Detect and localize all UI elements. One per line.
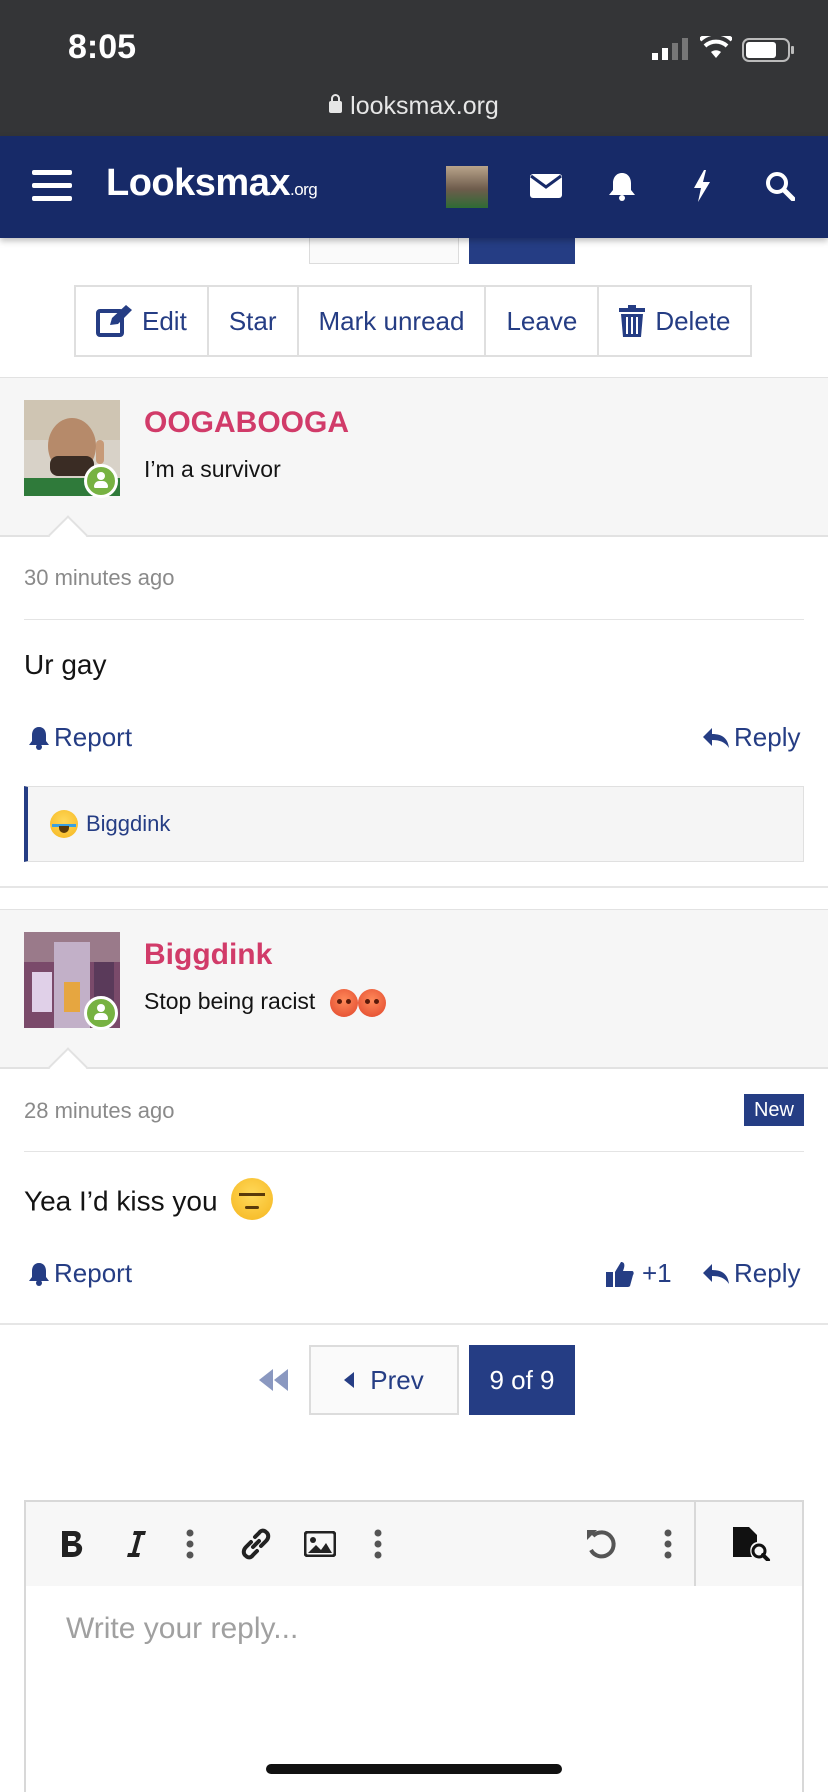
bolt-icon[interactable] bbox=[680, 164, 724, 208]
username[interactable]: Biggdink bbox=[144, 938, 272, 972]
star-button[interactable]: Star bbox=[209, 287, 299, 355]
caret-left-icon bbox=[344, 1372, 355, 1388]
edit-button[interactable]: Edit bbox=[76, 287, 209, 355]
delete-button[interactable]: Delete bbox=[599, 287, 750, 355]
site-header: Looksmax.org bbox=[0, 136, 828, 238]
undo-icon[interactable] bbox=[582, 1522, 622, 1566]
reply-icon bbox=[703, 1263, 729, 1284]
home-indicator bbox=[266, 1764, 562, 1774]
reply-editor: Write your reply... bbox=[24, 1500, 804, 1792]
bell-icon[interactable] bbox=[600, 164, 644, 208]
leave-button[interactable]: Leave bbox=[486, 287, 600, 355]
more-options-icon[interactable] bbox=[648, 1522, 688, 1566]
crying-laughing-emoji-icon bbox=[50, 810, 78, 838]
logo-suffix: .org bbox=[289, 180, 318, 199]
more-options-icon[interactable] bbox=[358, 1522, 398, 1566]
online-status-icon bbox=[84, 464, 118, 498]
angry-face-icon bbox=[357, 988, 386, 1017]
message-body: Ur gay bbox=[24, 649, 107, 680]
status-bar: 8:05 looksmax.org bbox=[0, 0, 828, 136]
url-text: looksmax.org bbox=[350, 92, 499, 120]
logo-text: Looksmax bbox=[106, 162, 290, 204]
editor-toolbar bbox=[26, 1502, 802, 1586]
prev-page-button[interactable]: Prev bbox=[309, 1345, 459, 1415]
user-title: Stop being racist bbox=[144, 988, 386, 1017]
thumbs-up-icon bbox=[606, 1261, 634, 1287]
message-time[interactable]: 30 minutes ago bbox=[24, 565, 174, 591]
menu-icon[interactable] bbox=[32, 170, 72, 204]
reply-input[interactable]: Write your reply... bbox=[66, 1612, 298, 1646]
angry-face-icon bbox=[329, 988, 358, 1017]
message-body: Yea I’d kiss you bbox=[24, 1178, 274, 1224]
mark-unread-button[interactable]: Mark unread bbox=[299, 287, 487, 355]
preview-icon[interactable] bbox=[726, 1522, 776, 1566]
new-badge: New bbox=[744, 1094, 804, 1126]
report-link[interactable]: Report bbox=[28, 722, 132, 753]
message-header: Biggdink Stop being racist bbox=[0, 909, 828, 1087]
reply-link[interactable]: Reply bbox=[702, 722, 800, 753]
bold-icon[interactable] bbox=[52, 1522, 92, 1566]
bell-icon bbox=[29, 1262, 49, 1286]
wifi-icon bbox=[700, 36, 732, 58]
message-header: OOGABOOGA I’m a survivor bbox=[0, 377, 828, 555]
like-button[interactable]: +1 bbox=[606, 1258, 672, 1289]
mail-icon[interactable] bbox=[524, 164, 568, 208]
reaction-summary[interactable]: Biggdink bbox=[24, 786, 804, 862]
unamused-face-icon bbox=[231, 1178, 274, 1220]
message-time[interactable]: 28 minutes ago bbox=[24, 1098, 174, 1124]
status-time: 8:05 bbox=[68, 28, 137, 66]
reaction-user[interactable]: Biggdink bbox=[86, 811, 170, 837]
reply-link[interactable]: Reply bbox=[702, 1258, 800, 1289]
reply-icon bbox=[703, 727, 729, 748]
site-logo[interactable]: Looksmax.org bbox=[106, 162, 318, 205]
online-status-icon bbox=[84, 996, 118, 1030]
more-options-icon[interactable] bbox=[170, 1522, 210, 1566]
report-link[interactable]: Report bbox=[28, 1258, 132, 1289]
first-page-icon[interactable] bbox=[254, 1360, 294, 1400]
user-title: I’m a survivor bbox=[144, 456, 281, 482]
link-icon[interactable] bbox=[236, 1522, 276, 1566]
trash-icon bbox=[619, 305, 646, 337]
signal-icon bbox=[652, 38, 688, 60]
italic-icon[interactable] bbox=[116, 1522, 156, 1566]
address-bar[interactable]: looksmax.org bbox=[0, 92, 828, 121]
bell-icon bbox=[29, 726, 49, 750]
current-page-button[interactable]: 9 of 9 bbox=[469, 1345, 575, 1415]
lock-icon bbox=[329, 94, 343, 113]
avatar[interactable] bbox=[446, 166, 488, 208]
battery-icon bbox=[742, 38, 794, 62]
search-icon[interactable] bbox=[758, 164, 802, 208]
edit-icon bbox=[96, 305, 132, 337]
conversation-actions: Edit Star Mark unread Leave Delete bbox=[74, 285, 753, 357]
username[interactable]: OOGABOOGA bbox=[144, 406, 349, 440]
image-icon[interactable] bbox=[300, 1522, 340, 1566]
